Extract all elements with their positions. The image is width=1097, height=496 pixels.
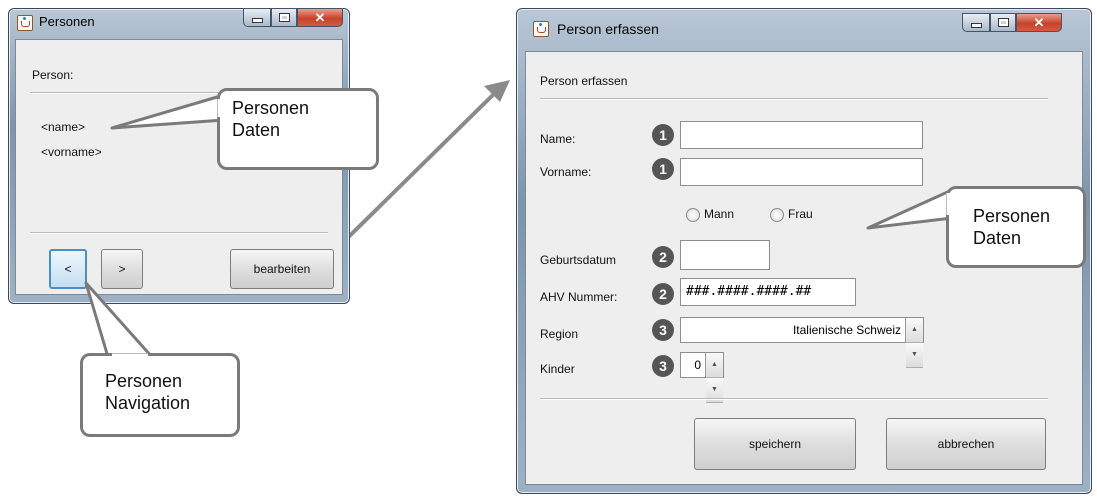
- callout-daten-right-pointer-cover: [946, 193, 952, 215]
